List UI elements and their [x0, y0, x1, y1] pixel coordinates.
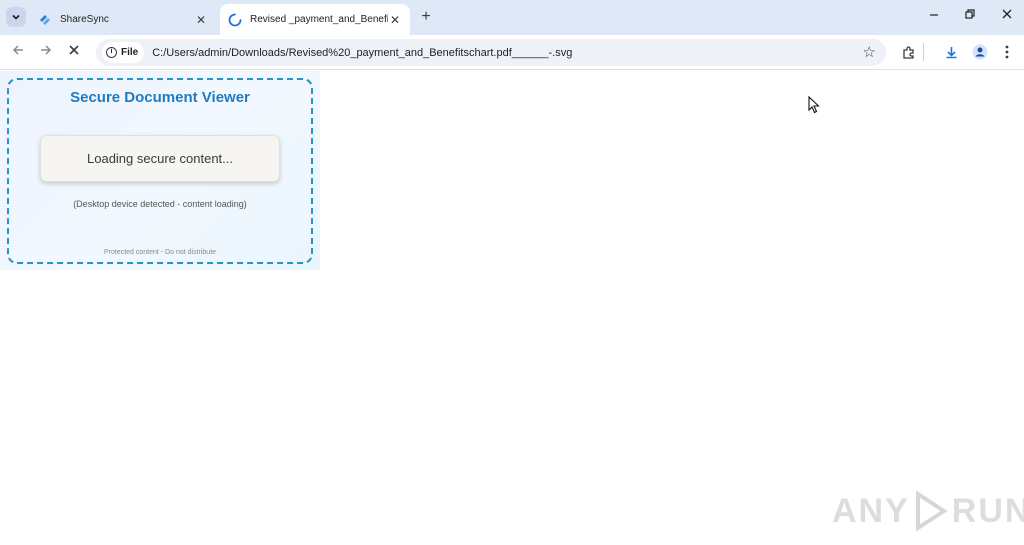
tab-title: Revised _payment_and_Benefits: [250, 14, 388, 25]
info-icon: i: [106, 47, 117, 58]
close-icon: [1002, 9, 1012, 19]
protected-content-note: Protected content - Do not distribute: [103, 249, 217, 256]
tab-strip: ShareSync ✕ Revised _payment_and_Benefit…: [0, 0, 1024, 35]
downloads-button[interactable]: [942, 43, 960, 61]
restore-button[interactable]: [962, 8, 978, 23]
minimize-icon: [930, 14, 938, 16]
avatar-icon: [972, 44, 988, 60]
close-tab-icon[interactable]: ✕: [388, 13, 402, 27]
watermark-left: ANY: [832, 491, 910, 530]
arrow-right-icon: [41, 45, 52, 55]
bookmark-star-icon[interactable]: ☆: [863, 43, 876, 61]
chevron-down-icon: [12, 14, 20, 20]
secure-document-viewer: Secure Document Viewer Loading secure co…: [0, 71, 320, 270]
puzzle-icon: [902, 45, 914, 59]
download-icon: [946, 46, 956, 58]
loading-text: Loading secure content...: [87, 151, 233, 166]
browser-toolbar: i File C:/Users/admin/Downloads/Revised%…: [0, 35, 1024, 70]
tab-revised-payment[interactable]: Revised _payment_and_Benefits ✕: [220, 4, 410, 35]
forward-button[interactable]: [37, 43, 55, 61]
play-logo-icon: [915, 491, 948, 531]
close-window-button[interactable]: [999, 8, 1015, 23]
minimize-button[interactable]: [926, 8, 942, 23]
tab-title: ShareSync: [60, 14, 109, 25]
toolbar-divider: [923, 43, 924, 61]
profile-button[interactable]: [971, 43, 989, 61]
loading-spinner-icon: [228, 13, 242, 26]
site-info-chip[interactable]: i File: [102, 42, 145, 63]
new-tab-button[interactable]: +: [418, 8, 434, 26]
tab-search-button[interactable]: [6, 7, 26, 27]
sharesync-logo-icon: [40, 14, 50, 25]
site-info-label: File: [121, 47, 139, 58]
arrow-left-icon: [12, 45, 23, 55]
extensions-button[interactable]: [899, 43, 917, 61]
loading-box: Loading secure content...: [40, 135, 280, 182]
restore-icon: [965, 9, 975, 19]
address-bar[interactable]: i File C:/Users/admin/Downloads/Revised%…: [96, 39, 886, 66]
viewer-title: Secure Document Viewer: [70, 89, 250, 106]
close-tab-icon[interactable]: ✕: [194, 13, 208, 27]
stop-loading-button[interactable]: [65, 43, 83, 61]
watermark-right: RUN: [951, 491, 1024, 530]
menu-button[interactable]: [998, 43, 1016, 61]
close-icon: [69, 45, 79, 55]
tab-sharesync[interactable]: ShareSync ✕: [30, 4, 216, 35]
device-detected-note: (Desktop device detected - content loadi…: [73, 199, 247, 209]
url-text[interactable]: C:/Users/admin/Downloads/Revised%20_paym…: [152, 47, 572, 59]
back-button[interactable]: [9, 43, 27, 61]
more-vertical-icon: [1005, 45, 1009, 59]
anyrun-watermark: ANY RUN: [832, 491, 1024, 531]
mouse-cursor-icon: [808, 96, 820, 114]
